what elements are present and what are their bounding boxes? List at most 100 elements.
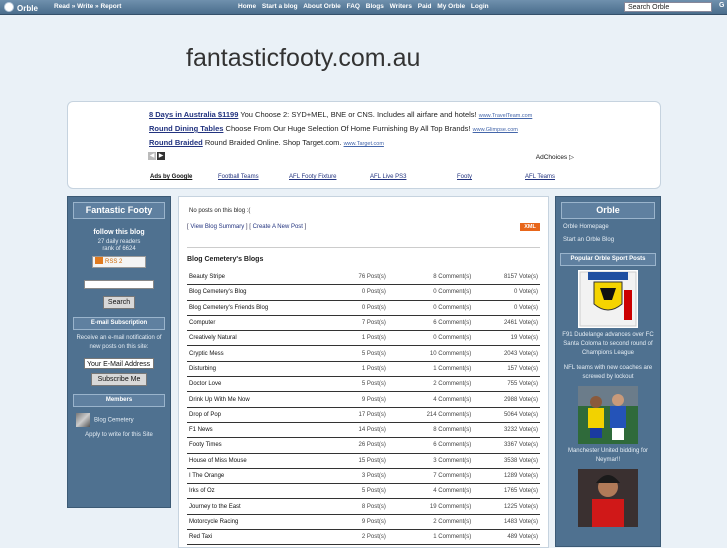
orble-logo-icon <box>4 2 14 12</box>
rss-button[interactable]: RSS 2 <box>92 256 146 268</box>
comment-count: 2 Comment(s) <box>387 514 474 531</box>
nav-blogs[interactable]: Blogs <box>366 3 384 10</box>
blog-name[interactable]: Cryptic Mess <box>187 345 333 362</box>
apply-link[interactable]: Apply to write for this Site <box>68 432 170 438</box>
comment-count: 214 Comment(s) <box>387 407 474 423</box>
blog-name[interactable]: Irks of Oz <box>187 483 333 500</box>
table-row[interactable]: Motorcycle Racing 9 Post(s) 2 Comment(s) 14… <box>187 514 540 531</box>
ad-1-title[interactable]: 8 Days in Australia $1199 <box>149 110 238 119</box>
blog-search-input[interactable] <box>84 280 154 289</box>
ad-2-url[interactable]: www.Glimpse.com <box>473 127 518 133</box>
nav-start-blog[interactable]: Start a blog <box>262 3 298 10</box>
subscribe-button[interactable]: Subscribe Me <box>91 373 147 386</box>
blog-name[interactable]: I The Orange <box>187 468 333 485</box>
blog-name[interactable]: Computer <box>187 315 333 332</box>
blog-name[interactable]: Red Taxi <box>187 529 333 546</box>
email-input[interactable]: Your E-Mail Address <box>84 358 154 369</box>
table-row[interactable]: I The Orange 3 Post(s) 7 Comment(s) 1289 Vo… <box>187 468 540 485</box>
blog-name[interactable]: F1 News <box>187 422 333 439</box>
member-item[interactable]: Blog Cemetery <box>76 413 170 427</box>
comment-count: 1 Comment(s) <box>387 529 474 546</box>
blog-name[interactable]: Drop of Pop <box>187 407 333 423</box>
news-caption-1[interactable]: F91 Dudelange advances over FC Santa Col… <box>560 331 656 358</box>
table-row[interactable]: Disturbing 1 Post(s) 1 Comment(s) 157 Vote(… <box>187 361 540 378</box>
ad-link-footy[interactable]: Footy <box>457 174 472 180</box>
nav-faq[interactable]: FAQ <box>347 3 360 10</box>
blog-name[interactable]: Beauty Stripe <box>187 270 333 286</box>
table-row[interactable]: Irks of Oz 5 Post(s) 4 Comment(s) 1765 Vote… <box>187 483 540 500</box>
news-image-3[interactable] <box>578 469 638 527</box>
blog-name[interactable]: Footy Times <box>187 437 333 454</box>
news-image-1[interactable] <box>578 270 638 328</box>
table-row[interactable]: House of Miss Mouse 15 Post(s) 3 Comment(s… <box>187 453 540 469</box>
orble-homepage-link[interactable]: Orble Homepage <box>563 224 660 230</box>
blog-name[interactable]: Disturbing <box>187 361 333 378</box>
table-row[interactable]: F1 News 14 Post(s) 8 Comment(s) 3232 Vote(s… <box>187 422 540 439</box>
blog-title-box[interactable]: Fantastic Footy <box>73 202 165 219</box>
blog-name[interactable]: Blog Cemetery's Blog <box>187 284 333 301</box>
ad-2-title[interactable]: Round Dining Tables <box>149 124 223 133</box>
blog-name[interactable]: Doctor Love <box>187 376 333 393</box>
follow-link[interactable]: follow this blog <box>68 229 170 236</box>
orble-logo[interactable]: Orble <box>4 2 38 13</box>
search-go-button[interactable]: G <box>719 2 724 9</box>
nav-about[interactable]: About Orble <box>303 3 341 10</box>
ad-link-afl-footy-fixture[interactable]: AFL Footy Fixture <box>289 174 336 180</box>
vote-count: 8157 Vote(s) <box>473 270 540 286</box>
view-blog-summary-link[interactable]: View Blog Summary <box>190 224 244 230</box>
ad-2[interactable]: Round Dining Tables Choose From Our Huge… <box>149 124 518 133</box>
site-title[interactable]: fantasticfooty.com.au <box>186 44 420 73</box>
table-row[interactable]: Footy Times 26 Post(s) 6 Comment(s) 3367 Vo… <box>187 437 540 454</box>
vote-count: 2461 Vote(s) <box>473 315 540 332</box>
table-row[interactable]: Doctor Love 5 Post(s) 2 Comment(s) 755 Vote… <box>187 376 540 393</box>
news-image-2[interactable] <box>578 386 638 444</box>
blog-name[interactable]: Drink Up With Me Now <box>187 391 333 408</box>
ad-3-title[interactable]: Round Braided <box>149 138 203 147</box>
comment-count: 10 Comment(s) <box>387 345 474 362</box>
ads-by-google-label[interactable]: Ads by Google <box>150 174 192 180</box>
blog-name[interactable]: Blog Cemetery's Friends Blog <box>187 300 333 316</box>
next-arrow-icon[interactable]: ▶ <box>157 152 165 160</box>
blog-name[interactable]: Motorcycle Racing <box>187 514 333 531</box>
prev-arrow-icon[interactable]: ◀ <box>148 152 156 160</box>
ad-link-afl-teams[interactable]: AFL Teams <box>525 174 555 180</box>
table-row[interactable]: Beauty Stripe 76 Post(s) 8 Comment(s) 8157 … <box>187 270 540 286</box>
news-caption-3[interactable]: Manchester United bidding for Neymar!! <box>560 447 656 465</box>
ad-1[interactable]: 8 Days in Australia $1199 You Choose 2: … <box>149 110 532 119</box>
table-row[interactable]: Cryptic Mess 5 Post(s) 10 Comment(s) 2043 V… <box>187 345 540 362</box>
table-row[interactable]: Creatively Natural 1 Post(s) 0 Comment(s) 1… <box>187 330 540 347</box>
nav-home[interactable]: Home <box>238 3 256 10</box>
member-name: Blog Cemetery <box>94 417 134 424</box>
table-row[interactable]: Drink Up With Me Now 9 Post(s) 4 Comment(s… <box>187 391 540 408</box>
ad-link-afl-live-ps3[interactable]: AFL Live PS3 <box>370 174 406 180</box>
table-row[interactable]: Red Taxi 2 Post(s) 1 Comment(s) 489 Vote(s) <box>187 529 540 546</box>
table-row[interactable]: Drop of Pop 17 Post(s) 214 Comment(s) 5064 … <box>187 407 540 423</box>
blog-name[interactable]: Creatively Natural <box>187 330 333 347</box>
ad-1-url[interactable]: www.TravelTeam.com <box>479 113 533 119</box>
xml-feed-button[interactable]: XML <box>520 223 540 231</box>
ad-box: 8 Days in Australia $1199 You Choose 2: … <box>67 101 661 189</box>
create-post-link[interactable]: Create A New Post <box>253 224 303 230</box>
table-row[interactable]: Computer 7 Post(s) 6 Comment(s) 2461 Vote(s… <box>187 315 540 332</box>
nav-my-orble[interactable]: My Orble <box>437 3 465 10</box>
ad-3[interactable]: Round Braided Round Braided Online. Shop… <box>149 138 384 147</box>
nav-writers[interactable]: Writers <box>390 3 412 10</box>
ad-link-football-teams[interactable]: Football Teams <box>218 174 259 180</box>
search-input[interactable]: Search Orble <box>624 2 712 12</box>
table-row[interactable]: Blog Cemetery's Friends Blog 0 Post(s) 0 C… <box>187 300 540 316</box>
nav-paid[interactable]: Paid <box>418 3 432 10</box>
post-count: 5 Post(s) <box>332 376 388 393</box>
nav-login[interactable]: Login <box>471 3 489 10</box>
blog-name[interactable]: Journey to the East <box>187 498 333 515</box>
blogs-table: Beauty Stripe 76 Post(s) 8 Comment(s) 8157 … <box>187 270 540 546</box>
adchoices-link[interactable]: AdChoices ▷ <box>536 153 574 161</box>
blog-name[interactable]: House of Miss Mouse <box>187 453 333 469</box>
table-row[interactable]: Journey to the East 8 Post(s) 19 Comment(s… <box>187 498 540 515</box>
ad-3-url[interactable]: www.Target.com <box>344 141 384 147</box>
news-caption-2[interactable]: NFL teams with new coaches are screwed b… <box>560 364 656 382</box>
table-row[interactable]: Blog Cemetery's Blog 0 Post(s) 0 Comment(s… <box>187 284 540 301</box>
comment-count: 4 Comment(s) <box>387 483 474 500</box>
post-count: 7 Post(s) <box>332 315 388 332</box>
start-orble-blog-link[interactable]: Start an Orble Blog <box>563 237 660 243</box>
search-button[interactable]: Search <box>103 296 135 309</box>
